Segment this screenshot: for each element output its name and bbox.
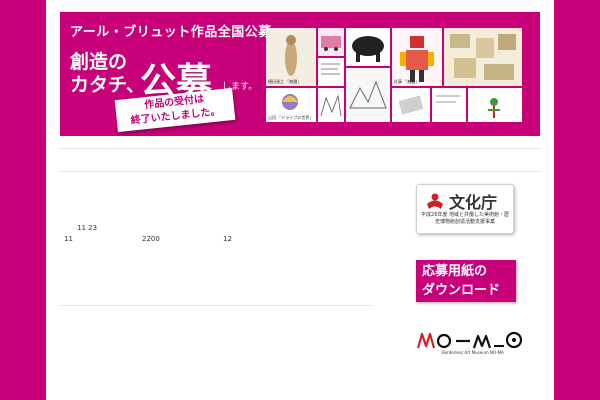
artwork-caption: 佐藤 「無題」: [394, 79, 420, 84]
artwork-sketch-image: [346, 68, 390, 122]
artwork-figure-image: [266, 28, 316, 86]
artwork-animal-image: [346, 28, 390, 66]
noma-museum-link[interactable]: Borderless Art Museum NO-MA: [416, 328, 526, 358]
artwork-thumb: [346, 68, 390, 122]
bunkacho-logo-icon: [427, 193, 443, 209]
artwork-map-image: [444, 28, 522, 86]
artwork-thumb: [318, 28, 344, 56]
artwork-thumb: [468, 88, 522, 122]
artwork-thumb: [432, 88, 466, 122]
content-text: 11: [64, 235, 73, 243]
header-banner[interactable]: アール・ブリュット作品全国公募 創造の カタチ、 公募 します。 作品の受付は …: [60, 12, 540, 136]
artwork-thumb: [392, 88, 430, 122]
content-text: 2200: [142, 235, 160, 243]
download-label-line1: 応募用紙の: [422, 264, 488, 279]
banner-subtitle: アール・ブリュット作品全国公募: [70, 25, 272, 40]
artwork-thumb: 佐藤 「無題」: [392, 28, 442, 86]
artwork-drawing-image: [318, 88, 344, 122]
artwork-thumb: [318, 58, 344, 86]
bunkacho-description: 平成26年度 地域と共働した美術館・歴史博物館創造活動支援事業: [421, 212, 509, 225]
content-bottom-divider: [60, 305, 372, 306]
artwork-thumb: [444, 28, 522, 86]
header-divider: [60, 148, 540, 149]
noma-logo-icon: [416, 331, 523, 349]
download-label-line2: ダウンロード: [422, 283, 501, 298]
artwork-caption: 横田達之 「無題」: [268, 79, 302, 84]
content-text: 12: [223, 235, 232, 243]
bunkacho-link[interactable]: 文化庁 平成26年度 地域と共働した美術館・歴史博物館創造活動支援事業: [416, 184, 514, 234]
artwork-bus-image: [318, 28, 344, 56]
page-container: アール・ブリュット作品全国公募 創造の カタチ、 公募 します。 作品の受付は …: [46, 0, 554, 400]
artwork-thumb: [318, 88, 344, 122]
content-divider: [60, 171, 540, 172]
artwork-thumb: 横田達之 「無題」: [266, 28, 316, 86]
banner-title-line2: カタチ、: [70, 74, 145, 96]
bunkacho-name: 文化庁: [449, 193, 498, 212]
artwork-thumb: [346, 28, 390, 66]
artwork-insect-image: [468, 88, 522, 122]
download-form-button[interactable]: 応募用紙の ダウンロード: [416, 260, 516, 302]
content-date: 11 23: [77, 224, 98, 232]
artwork-text2-image: [432, 88, 466, 122]
artwork-robot-image: [392, 28, 442, 86]
artwork-object-image: [392, 88, 430, 122]
artwork-text-image: [318, 58, 344, 86]
noma-caption: Borderless Art Museum NO-MA: [442, 350, 504, 355]
artwork-caption: 山田 「ドライブの世界」: [268, 115, 314, 120]
artwork-thumb: 山田 「ドライブの世界」: [266, 88, 316, 122]
